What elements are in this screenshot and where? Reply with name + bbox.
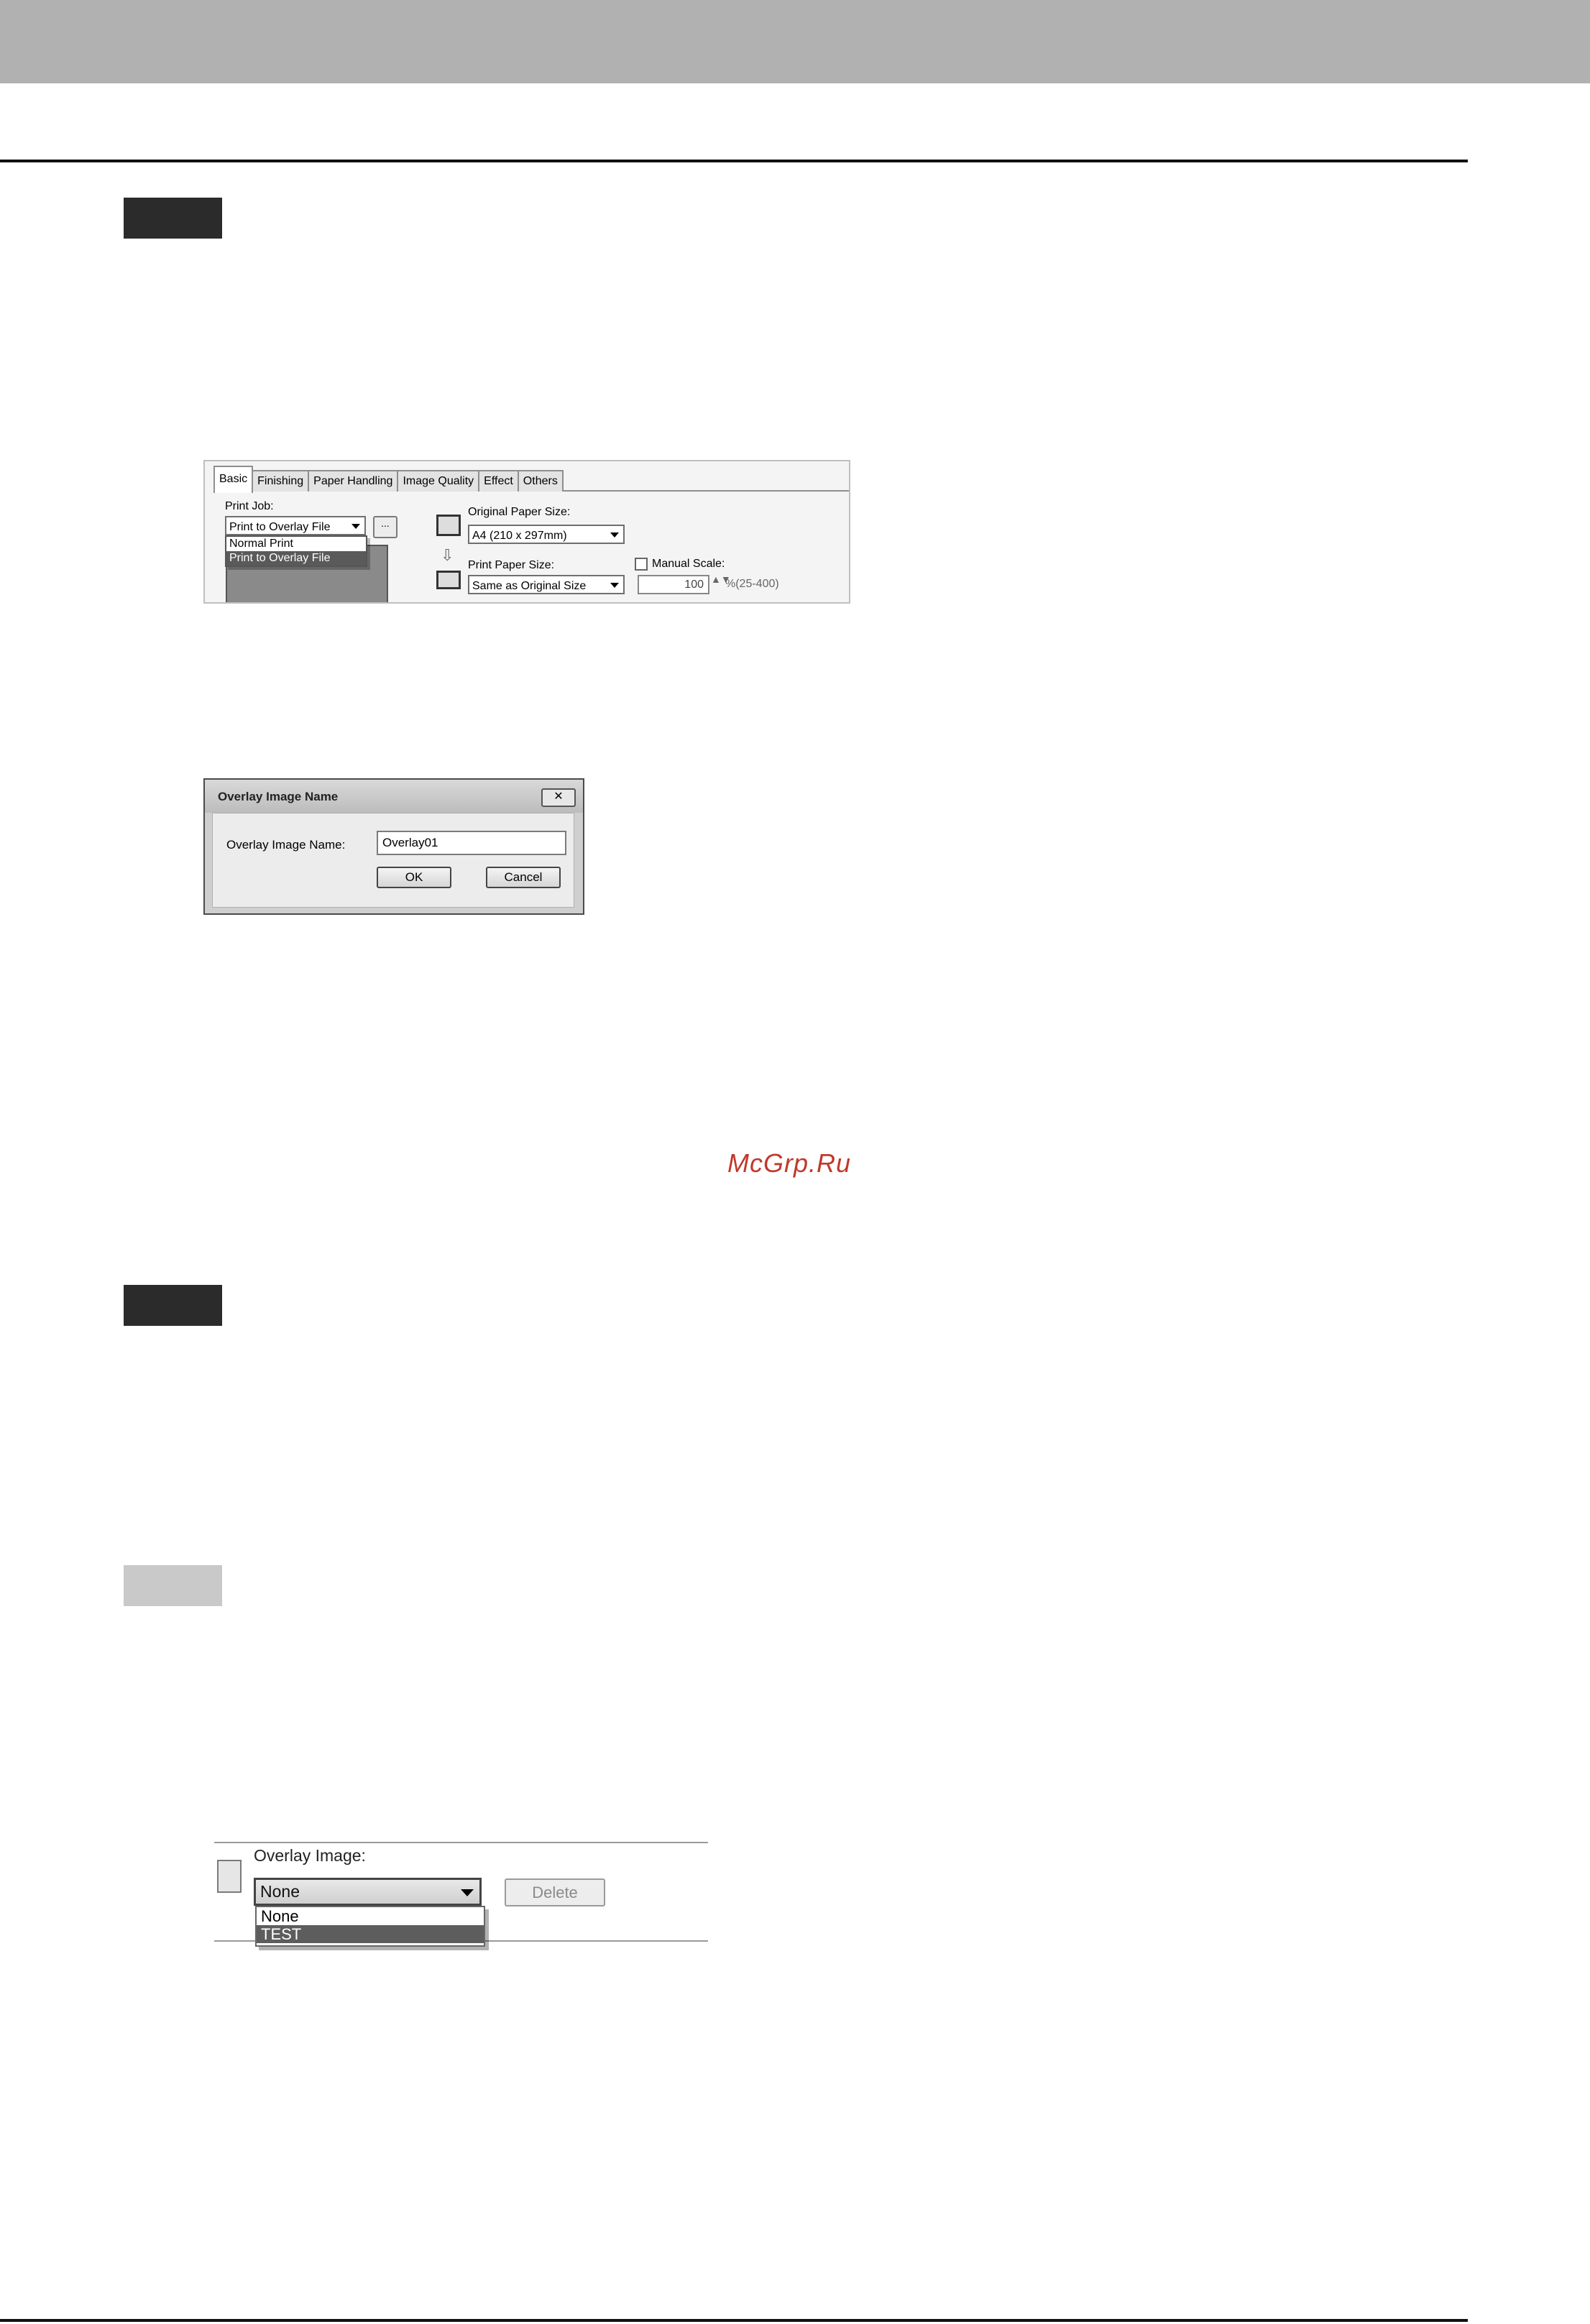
tab-others[interactable]: Others (517, 470, 564, 492)
overlay-image-name-dialog: Overlay Image Name ✕ Overlay Image Name:… (203, 778, 584, 915)
overlay-image-name-label: Overlay Image Name: (226, 838, 346, 852)
overlay-image-icon (217, 1860, 242, 1893)
chevron-down-icon (610, 532, 619, 538)
dialog-title: Overlay Image Name (218, 790, 339, 803)
chevron-down-icon (610, 583, 619, 588)
manual-scale-label: Manual Scale: (652, 558, 725, 570)
dialog-title-bar: Overlay Image Name ✕ (205, 780, 583, 813)
print-job-dropdown-list: Normal Print Print to Overlay File (225, 535, 367, 567)
step-marker-3 (124, 1565, 222, 1606)
original-paper-size-label: Original Paper Size: (468, 506, 571, 518)
watermark-text: McGrp.Ru (727, 1148, 852, 1178)
tab-strip: Basic Finishing Paper Handling Image Qua… (213, 466, 564, 493)
close-icon[interactable]: ✕ (541, 788, 576, 807)
overlay-image-dropdown-list: None TEST (255, 1906, 485, 1947)
print-job-label: Print Job: (225, 500, 274, 512)
option-none[interactable]: None (257, 1907, 484, 1925)
chevron-down-icon (351, 524, 360, 529)
chevron-down-icon (461, 1889, 474, 1896)
tab-finishing[interactable]: Finishing (252, 470, 310, 492)
original-paper-size-select[interactable]: A4 (210 x 297mm) (468, 525, 625, 544)
tab-effect[interactable]: Effect (478, 470, 519, 492)
arrow-down-icon: ⇩ (441, 546, 454, 564)
option-print-to-overlay-file[interactable]: Print to Overlay File (226, 551, 366, 566)
option-test[interactable]: TEST (257, 1925, 484, 1943)
overlay-image-label: Overlay Image: (254, 1846, 366, 1865)
scale-range-label: %(25-400) (725, 578, 779, 590)
tab-image-quality[interactable]: Image Quality (397, 470, 480, 492)
browse-button[interactable]: ... (373, 516, 398, 538)
step-marker-2 (124, 1285, 222, 1326)
ok-button[interactable]: OK (377, 867, 451, 888)
step-marker-1 (124, 198, 222, 239)
original-paper-size-value: A4 (210 x 297mm) (472, 530, 567, 542)
print-paper-size-label: Print Paper Size: (468, 559, 555, 571)
scale-input[interactable]: 100 (638, 575, 709, 594)
monitor-icon (436, 515, 461, 536)
delete-button[interactable]: Delete (505, 1878, 605, 1906)
overlay-image-select[interactable]: None (254, 1878, 482, 1906)
overlay-image-value: None (260, 1882, 300, 1901)
print-job-select[interactable]: Print to Overlay File (225, 516, 366, 535)
section-divider-top (214, 1842, 708, 1843)
print-paper-size-value: Same as Original Size (472, 580, 587, 592)
footer-rule (0, 2319, 1468, 2322)
header-rule (0, 160, 1468, 162)
overlay-image-name-input[interactable]: Overlay01 (377, 831, 566, 855)
option-normal-print[interactable]: Normal Print (226, 537, 366, 551)
tab-paper-handling[interactable]: Paper Handling (308, 470, 399, 492)
print-paper-size-select[interactable]: Same as Original Size (468, 575, 625, 594)
tab-basic[interactable]: Basic (213, 466, 254, 493)
dialog-body: Overlay Image Name: Overlay01 OK Cancel (212, 813, 574, 908)
printer-icon (436, 571, 461, 589)
print-job-value: Print to Overlay File (229, 521, 331, 533)
driver-basic-tab-screenshot: Basic Finishing Paper Handling Image Qua… (203, 460, 850, 604)
cancel-button[interactable]: Cancel (486, 867, 561, 888)
page-header-bar (0, 0, 1590, 83)
manual-scale-checkbox[interactable] (635, 558, 648, 571)
